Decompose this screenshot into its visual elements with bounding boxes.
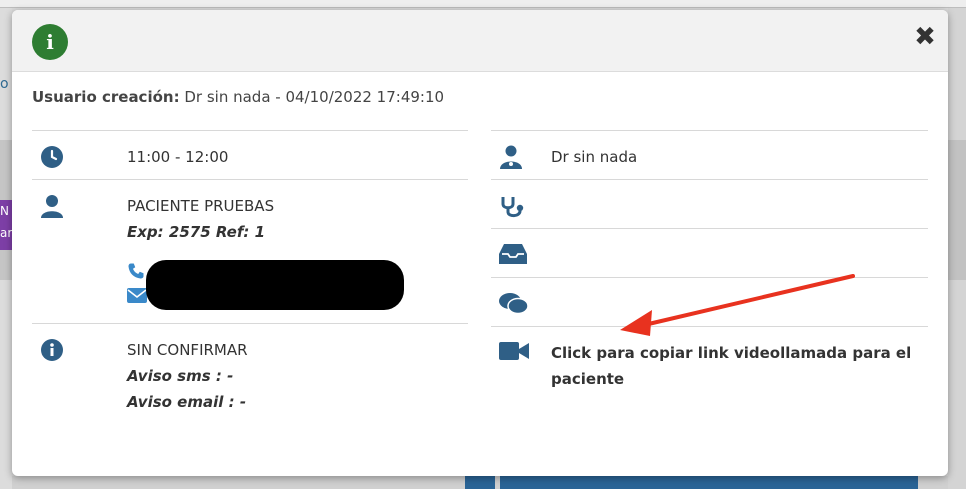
redacted-contact-info (146, 260, 404, 310)
info-circle-icon (40, 338, 68, 362)
created-by-label: Usuario creación: (32, 88, 180, 106)
background-topbar (0, 0, 966, 8)
time-value: 11:00 - 12:00 (127, 148, 229, 166)
status-row: SIN CONFIRMAR Aviso sms : - Aviso email … (32, 323, 468, 443)
videocall-link-line1[interactable]: Click para copiar link videollamada para… (551, 340, 911, 366)
background-bottom-chevron-icon (465, 476, 495, 489)
copy-videocall-link[interactable]: Click para copiar link videollamada para… (551, 340, 911, 392)
time-row: 11:00 - 12:00 (32, 130, 468, 179)
status-value: SIN CONFIRMAR (127, 341, 248, 359)
modal-header: i ✖ (12, 10, 948, 72)
room-row (491, 228, 928, 277)
email-icon[interactable] (127, 288, 147, 304)
video-camera-icon (499, 341, 529, 365)
created-by-value: Dr sin nada - 04/10/2022 17:49:10 (184, 88, 445, 106)
user-icon (40, 194, 68, 218)
background-left-fragment: o (0, 76, 9, 92)
specialty-row (491, 179, 928, 228)
phone-icon[interactable] (127, 262, 147, 282)
background-right-band (948, 140, 966, 280)
background-purple-tag: N ara (0, 200, 12, 250)
created-by-line: Usuario creación: Dr sin nada - 04/10/20… (32, 88, 444, 106)
doctor-name: Dr sin nada (551, 148, 638, 166)
appointment-info-modal: i ✖ Usuario creación: Dr sin nada - 04/1… (12, 10, 948, 476)
patient-exp: Exp: 2575 Ref: 1 (127, 223, 266, 241)
right-details-column: Dr sin nada Click para copiar link video… (491, 130, 928, 406)
background-bottom-button (500, 476, 918, 489)
comments-row (491, 277, 928, 326)
comments-icon (499, 292, 529, 316)
stethoscope-icon (499, 194, 527, 218)
background-purple-text: N ara (0, 204, 12, 240)
doctor-icon (499, 145, 527, 169)
aviso-sms: Aviso sms : - (127, 367, 234, 385)
clock-icon (40, 145, 68, 169)
videocall-link-line2[interactable]: paciente (551, 366, 911, 392)
close-icon[interactable]: ✖ (910, 22, 940, 52)
doctor-row: Dr sin nada (491, 130, 928, 179)
inbox-icon (499, 243, 527, 267)
aviso-email: Aviso email : - (127, 393, 247, 411)
info-icon: i (32, 24, 68, 60)
videocall-row: Click para copiar link videollamada para… (491, 326, 928, 406)
patient-name: PACIENTE PRUEBAS (127, 197, 275, 215)
